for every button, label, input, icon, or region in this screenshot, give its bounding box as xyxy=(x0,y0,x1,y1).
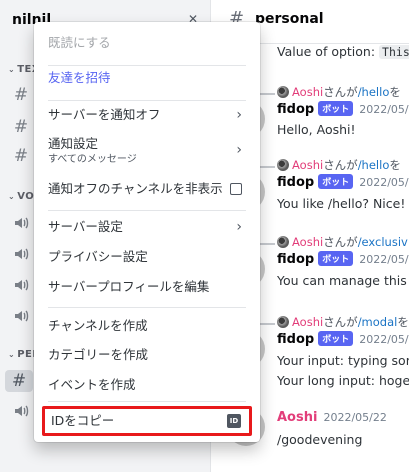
menu-item-mark-read[interactable]: 既読にする xyxy=(42,28,252,58)
message-timestamp: 2022/05/22 xyxy=(323,411,387,424)
message-content: You can manage this g xyxy=(277,273,409,288)
menu-item-notification-settings[interactable]: 通知設定 すべてのメッセージ › xyxy=(42,132,252,172)
bot-badge: ボット xyxy=(318,101,354,116)
menu-item-hide-muted-channels[interactable]: 通知オフのチャンネルを非表示 xyxy=(42,174,252,204)
message-author[interactable]: fidopボット2022/05/2 xyxy=(277,251,409,267)
avatar xyxy=(277,159,289,171)
voice-channel-speaker-icon[interactable] xyxy=(10,212,32,234)
text-channel-hash-icon[interactable]: # xyxy=(10,116,32,138)
menu-divider xyxy=(48,401,246,402)
message-author[interactable]: Aoshi 2022/05/22 xyxy=(277,410,387,425)
menu-item-edit-server-profile[interactable]: サーバープロフィールを編集 xyxy=(42,272,252,302)
menu-item-create-channel[interactable]: チャンネルを作成 xyxy=(42,311,252,341)
message-timestamp: 2022/05/2 xyxy=(359,176,409,189)
message-timestamp: 2022/05/2 xyxy=(359,333,409,346)
voice-channel-speaker-icon[interactable] xyxy=(10,274,32,296)
selected-channel-hash-icon[interactable]: # xyxy=(5,370,33,392)
chevron-right-icon: › xyxy=(236,107,242,123)
chevron-down-icon: ⌄ xyxy=(8,192,16,201)
menu-item-copy-id[interactable]: IDをコピー ID xyxy=(42,406,252,436)
avatar xyxy=(277,236,289,248)
message-timestamp: 2022/05/2 xyxy=(359,103,409,116)
message-author[interactable]: fidopボット2022/05/2 xyxy=(277,331,409,347)
message-content: /goodevening xyxy=(277,432,363,447)
avatar xyxy=(277,86,289,98)
menu-item-server-settings[interactable]: サーバー設定 › xyxy=(42,212,252,242)
chevron-down-icon: ⌄ xyxy=(8,350,16,359)
channel-title: personal xyxy=(255,11,324,27)
chevron-right-icon: › xyxy=(236,219,242,235)
voice-channel-speaker-icon[interactable] xyxy=(10,305,32,327)
menu-item-mute-server[interactable]: サーバーを通知オフ › xyxy=(42,100,252,130)
bot-badge: ボット xyxy=(318,251,354,266)
bot-badge: ボット xyxy=(318,331,354,346)
menu-item-privacy-settings[interactable]: プライバシー設定 xyxy=(42,242,252,272)
message-content: Value of option: This xyxy=(277,44,409,59)
message-author[interactable]: fidopボット2022/05/2 xyxy=(277,174,409,190)
message-timestamp: 2022/05/2 xyxy=(359,253,409,266)
message-content: Your long input: hoge xyxy=(277,373,409,388)
menu-item-create-event[interactable]: イベントを作成 xyxy=(42,370,252,400)
menu-item-create-category[interactable]: カテゴリーを作成 xyxy=(42,340,252,370)
voice-channel-speaker-icon[interactable] xyxy=(10,400,32,422)
reply-reference[interactable]: Aoshiさんが/helloを xyxy=(277,157,401,173)
reply-reference[interactable]: Aoshiさんが/exclusiv xyxy=(277,234,408,250)
chevron-right-icon: › xyxy=(236,142,242,158)
bot-badge: ボット xyxy=(318,174,354,189)
voice-channel-speaker-icon[interactable] xyxy=(10,243,32,265)
chevron-down-icon: ⌄ xyxy=(8,65,16,74)
avatar xyxy=(277,316,289,328)
reply-reference[interactable]: Aoshiさんが/helloを xyxy=(277,84,401,100)
message-content: You like /hello? Nice! xyxy=(277,196,406,211)
menu-divider xyxy=(48,210,246,211)
message-content: Your input: typing som xyxy=(277,353,409,368)
message-author[interactable]: fidopボット2022/05/2 xyxy=(277,101,409,117)
menu-divider xyxy=(48,307,246,308)
server-context-menu: 既読にする 友達を招待 サーバーを通知オフ › 通知設定 すべてのメッセージ ›… xyxy=(34,22,260,442)
reply-reference[interactable]: Aoshiさんが/modalを xyxy=(277,314,409,330)
id-icon: ID xyxy=(227,414,241,428)
text-channel-hash-icon[interactable]: # xyxy=(10,84,32,106)
message-content: Hello, Aoshi! xyxy=(277,122,356,137)
checkbox[interactable] xyxy=(230,183,242,195)
menu-item-invite[interactable]: 友達を招待 xyxy=(42,63,252,93)
text-channel-hash-icon[interactable]: # xyxy=(10,145,32,167)
